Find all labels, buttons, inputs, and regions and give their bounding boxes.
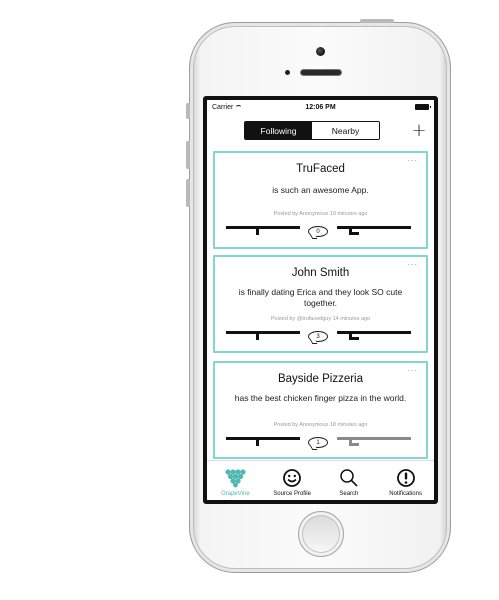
comment-count-bubble[interactable]: 0 bbox=[308, 226, 328, 237]
segment-nearby[interactable]: Nearby bbox=[312, 122, 379, 139]
status-time: 12:06 PM bbox=[305, 103, 336, 111]
post-card[interactable]: ... TruFaced is such an awesome App. Pos… bbox=[213, 151, 428, 249]
tab-bar: GrapeVine Source Profile Search Notifica… bbox=[207, 460, 434, 500]
iphone-frame: Carrier 12:06 PM Following Nearby + ... … bbox=[186, 19, 451, 573]
mute-switch bbox=[186, 103, 190, 119]
wifi-icon bbox=[235, 104, 243, 110]
upvote-bar[interactable] bbox=[226, 331, 300, 340]
post-text: has the best chicken finger pizza in the… bbox=[234, 393, 407, 403]
downvote-bar[interactable] bbox=[337, 226, 411, 235]
exclamation-icon bbox=[396, 467, 416, 489]
tab-label: Notifications bbox=[389, 491, 422, 497]
tab-label: GrapeVine bbox=[221, 491, 250, 497]
post-meta: Posted by @trufacedguy 14 minutes ago bbox=[270, 316, 371, 322]
upvote-bar[interactable] bbox=[226, 226, 300, 235]
post-author[interactable]: John Smith bbox=[215, 267, 426, 279]
post-menu-icon[interactable]: ... bbox=[407, 154, 418, 163]
front-camera bbox=[316, 47, 325, 56]
tab-grapevine[interactable]: GrapeVine bbox=[207, 461, 264, 500]
power-button bbox=[360, 19, 394, 23]
grapes-icon bbox=[224, 467, 246, 489]
post-meta: Posted by Anonymous 10 minutes ago bbox=[273, 211, 368, 217]
tab-notifications[interactable]: Notifications bbox=[377, 461, 434, 500]
earpiece-speaker bbox=[300, 69, 342, 76]
tab-search[interactable]: Search bbox=[321, 461, 378, 500]
post-author[interactable]: TruFaced bbox=[215, 163, 426, 175]
tab-label: Source Profile bbox=[273, 491, 311, 497]
nav-bar: Following Nearby + bbox=[207, 118, 434, 144]
home-button[interactable] bbox=[298, 511, 344, 557]
post-author[interactable]: Bayside Pizzeria bbox=[215, 373, 426, 385]
segment-following[interactable]: Following bbox=[245, 122, 312, 139]
battery-icon bbox=[415, 104, 431, 110]
magnifier-icon bbox=[339, 467, 359, 489]
add-post-button[interactable]: + bbox=[410, 119, 428, 141]
downvote-bar[interactable] bbox=[337, 437, 411, 446]
downvote-bar[interactable] bbox=[337, 331, 411, 340]
post-text: is finally dating Erica and they look SO… bbox=[238, 287, 403, 308]
post-text: is such an awesome App. bbox=[272, 185, 369, 195]
comment-count-bubble[interactable]: 1 bbox=[308, 437, 328, 448]
post-menu-icon[interactable]: ... bbox=[407, 364, 418, 373]
post-card[interactable]: ... John Smith is finally dating Erica a… bbox=[213, 255, 428, 353]
volume-down-button bbox=[186, 179, 190, 207]
smiley-icon bbox=[282, 467, 302, 489]
post-meta: Posted by Anonymous 18 minutes ago bbox=[273, 422, 368, 428]
screen: Carrier 12:06 PM Following Nearby + ... … bbox=[203, 96, 438, 504]
feed-segmented-control: Following Nearby bbox=[244, 121, 380, 140]
post-card[interactable]: ... Bayside Pizzeria has the best chicke… bbox=[213, 361, 428, 459]
tab-source-profile[interactable]: Source Profile bbox=[264, 461, 321, 500]
tab-label: Search bbox=[339, 491, 359, 497]
status-bar: Carrier 12:06 PM bbox=[207, 100, 434, 114]
carrier-label: Carrier bbox=[212, 103, 234, 111]
comment-count-bubble[interactable]: 3 bbox=[308, 331, 328, 342]
post-menu-icon[interactable]: ... bbox=[407, 258, 418, 267]
upvote-bar[interactable] bbox=[226, 437, 300, 446]
volume-up-button bbox=[186, 141, 190, 169]
status-carrier-group: Carrier bbox=[212, 103, 243, 111]
proximity-sensor bbox=[285, 70, 290, 75]
